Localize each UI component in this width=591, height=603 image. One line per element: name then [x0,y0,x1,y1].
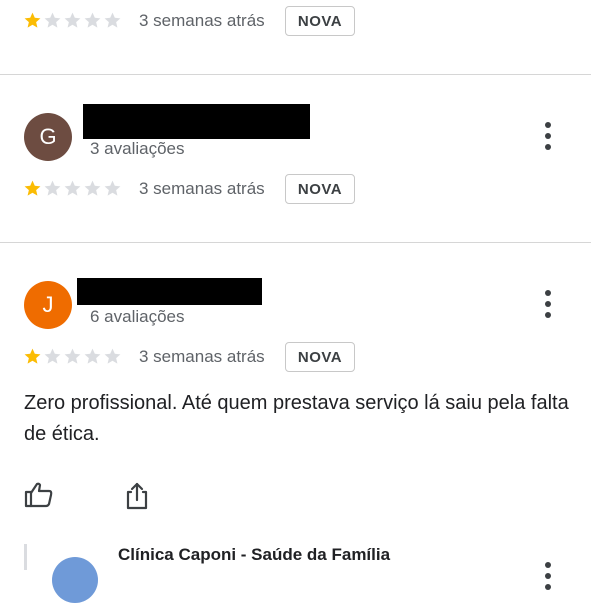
avatar[interactable]: J [24,281,72,329]
review-count[interactable]: 3 avaliações [90,139,185,159]
review-text: Zero profissional. Até quem prestava ser… [24,392,569,445]
review-time: 3 semanas atrás [139,11,265,30]
divider [0,74,591,75]
star-icon [24,180,41,196]
avatar[interactable]: G [24,113,72,161]
rating-stars [23,10,122,30]
divider [0,242,591,243]
review-time: 3 semanas atrás [139,347,265,366]
star-icon [44,348,61,364]
star-icon [84,348,101,364]
rating-stars [23,346,122,366]
star-icon [64,12,81,28]
more-vert-icon[interactable] [543,290,553,318]
owner-avatar [52,557,98,603]
new-badge: NOVA [285,6,355,36]
star-icon [64,180,81,196]
star-icon [44,12,61,28]
new-badge: NOVA [285,342,355,372]
star-icon [44,180,61,196]
star-icon [104,180,121,196]
review-count[interactable]: 6 avaliações [90,307,185,327]
redacted-reviewer-name [77,278,262,305]
redacted-reviewer-name [83,104,310,139]
star-icon [104,12,121,28]
thumbs-up-icon[interactable] [24,480,54,510]
new-badge: NOVA [285,174,355,204]
star-icon [104,348,121,364]
response-indent-bar [24,544,27,570]
star-icon [24,12,41,28]
star-icon [24,348,41,364]
owner-name: Clínica Caponi - Saúde da Família [118,545,391,564]
star-icon [84,12,101,28]
more-vert-icon[interactable] [543,122,553,150]
star-icon [64,348,81,364]
more-vert-icon[interactable] [543,562,553,590]
star-icon [84,180,101,196]
rating-stars [23,178,122,198]
share-icon[interactable] [122,481,152,511]
review-time: 3 semanas atrás [139,179,265,198]
